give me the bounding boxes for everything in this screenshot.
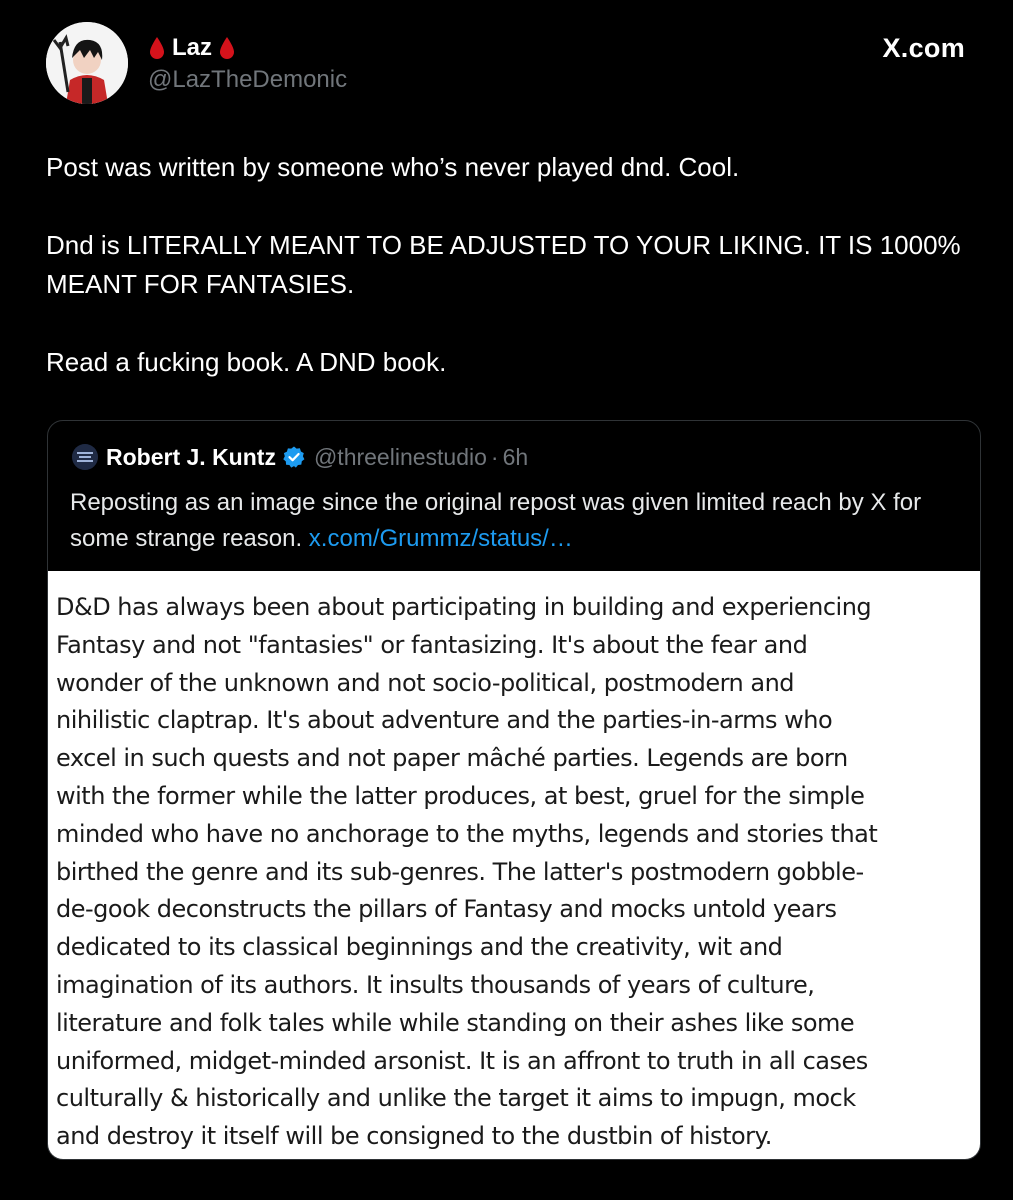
quoted-tweet-text: Reposting as an image since the original…	[70, 485, 965, 557]
image-text-line: birthed the genre and its sub-genres. Th…	[56, 857, 864, 886]
author-handle[interactable]: @LazTheDemonic	[148, 66, 347, 94]
quoted-image[interactable]: D&D has always been about participating …	[48, 571, 980, 1159]
image-text-line: wonder of the unknown and not socio-poli…	[56, 668, 795, 697]
image-text-line: nihilistic claptrap. It's about adventur…	[56, 706, 833, 735]
image-text-line: excel in such quests and not paper mâché…	[56, 744, 848, 773]
image-text-block: D&D has always been about participating …	[56, 589, 956, 1156]
image-text-line: with the former while the latter produce…	[56, 781, 865, 810]
author-display-name: Laz	[172, 34, 213, 61]
image-text-line: de-gook deconstructs the pillars of Fant…	[56, 895, 837, 924]
tweet-paragraph: Read a fucking book. A DND book.	[46, 347, 447, 377]
quoted-tweet[interactable]: Robert J. Kuntz @threelinestudio · 6h Re…	[47, 420, 981, 1160]
quoted-tweet-header: Robert J. Kuntz @threelinestudio · 6h	[72, 443, 528, 471]
blood-drop-icon	[218, 36, 236, 60]
image-text-line: D&D has always been about participating …	[56, 593, 872, 621]
image-text-line: Fantasy and not "fantasies" or fantasizi…	[56, 630, 808, 659]
image-text-line: culturally & historically and unlike the…	[56, 1084, 856, 1113]
image-text-line: and destroy it itself will be consigned …	[56, 1122, 772, 1151]
image-text-line: imagination of its authors. It insults t…	[56, 970, 815, 999]
image-text-line: minded who have no anchorage to the myth…	[56, 819, 878, 848]
separator-dot: ·	[490, 444, 499, 470]
quoted-link[interactable]: x.com/Grummz/status/…	[309, 525, 573, 552]
tweet-text: Post was written by someone who’s never …	[46, 148, 971, 382]
verified-badge-icon	[282, 445, 306, 469]
brand-label: X.com	[882, 33, 965, 63]
quoted-author-name[interactable]: Robert J. Kuntz	[106, 443, 276, 471]
avatar[interactable]	[46, 22, 128, 104]
author-name-row[interactable]: Laz	[148, 34, 236, 62]
blood-drop-icon	[148, 36, 166, 60]
quoted-avatar[interactable]	[72, 444, 98, 470]
quoted-author-handle[interactable]: @threelinestudio	[314, 443, 487, 471]
image-text-line: dedicated to its classical beginnings an…	[56, 933, 783, 962]
tweet-paragraph: Post was written by someone who’s never …	[46, 152, 740, 182]
image-text-line: literature and folk tales while while st…	[56, 1008, 855, 1037]
quoted-timestamp[interactable]: 6h	[503, 443, 529, 471]
tweet-paragraph: Dnd is LITERALLY MEANT TO BE ADJUSTED TO…	[46, 230, 961, 299]
image-text-line: uniformed, midget-minded arsonist. It is…	[56, 1046, 868, 1075]
